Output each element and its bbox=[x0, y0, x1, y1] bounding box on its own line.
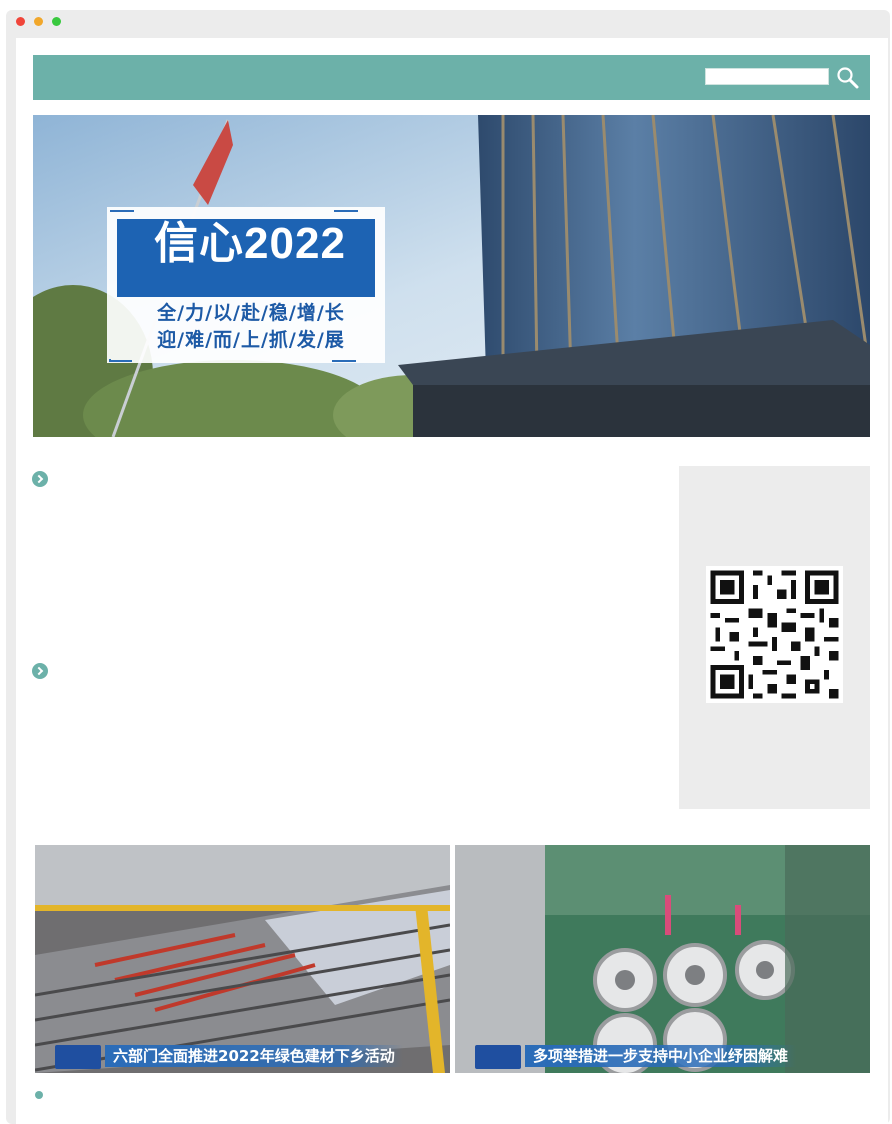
video-caption-2: 多项举措进一步支持中小企业纾困解难 bbox=[525, 1045, 797, 1067]
banner-title: 信心2022 bbox=[154, 219, 346, 268]
window-controls bbox=[16, 17, 61, 26]
magnifier-icon bbox=[837, 67, 859, 89]
banner-slogan-2: 迎/难/而/上/抓/发/展 bbox=[157, 329, 345, 351]
qr-panel bbox=[679, 466, 870, 809]
banner-image bbox=[33, 115, 870, 437]
zoom-window-button[interactable] bbox=[52, 17, 61, 26]
list-bullet-icon bbox=[35, 1091, 43, 1099]
minimize-window-button[interactable] bbox=[34, 17, 43, 26]
news-channel-badge bbox=[475, 1045, 521, 1069]
news-channel-badge bbox=[55, 1045, 101, 1069]
browser-window: 信心2022 全/力/以/赴/稳/增/长 迎/难/而/上/抓/发/展 六部门全面… bbox=[6, 10, 890, 1124]
page: 信心2022 全/力/以/赴/稳/增/长 迎/难/而/上/抓/发/展 六部门全面… bbox=[16, 38, 888, 1124]
video-caption-1: 六部门全面推进2022年绿色建材下乡活动 bbox=[105, 1045, 403, 1067]
search-button[interactable] bbox=[835, 65, 861, 91]
chevron-right-icon[interactable] bbox=[32, 471, 48, 487]
banner-slogan-1: 全/力/以/赴/稳/增/长 bbox=[157, 302, 345, 324]
close-window-button[interactable] bbox=[16, 17, 25, 26]
chevron-right-icon[interactable] bbox=[32, 663, 48, 679]
video-thumbnail-1[interactable]: 六部门全面推进2022年绿色建材下乡活动 bbox=[35, 845, 450, 1073]
video-thumbnail-2[interactable]: 多项举措进一步支持中小企业纾困解难 bbox=[455, 845, 870, 1073]
video-image-1 bbox=[35, 845, 450, 1073]
search-input[interactable] bbox=[705, 68, 829, 85]
video-image-2 bbox=[455, 845, 870, 1073]
hero-banner[interactable]: 信心2022 全/力/以/赴/稳/增/长 迎/难/而/上/抓/发/展 bbox=[33, 115, 870, 437]
header-bar bbox=[33, 55, 870, 100]
qr-code-icon bbox=[706, 566, 843, 703]
